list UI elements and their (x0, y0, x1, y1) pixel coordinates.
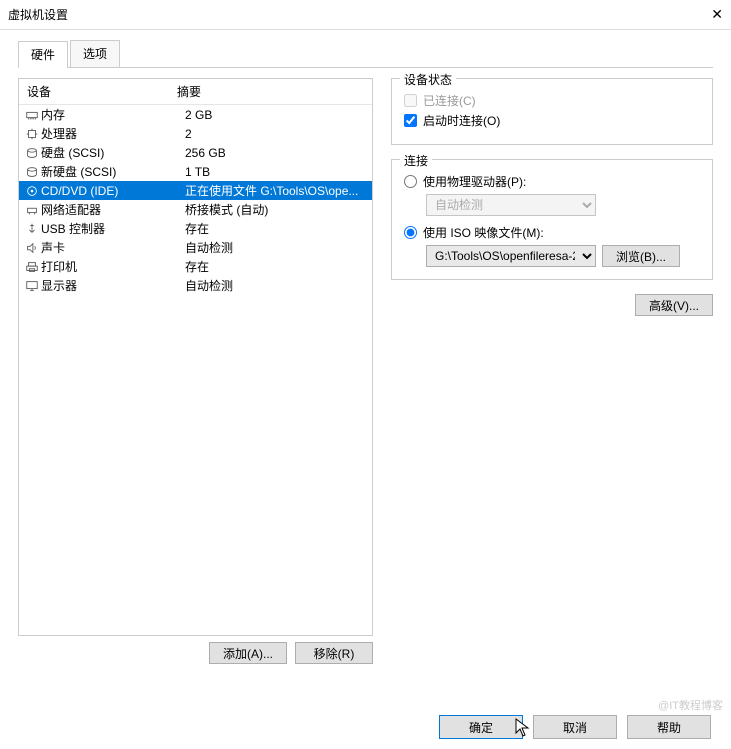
cpu-icon (23, 127, 41, 141)
connect-poweron-checkbox[interactable] (404, 114, 417, 127)
list-item[interactable]: 打印机 存在 (19, 257, 372, 276)
usb-icon (23, 222, 41, 236)
disk-icon (23, 146, 41, 160)
list-item[interactable]: 网络适配器 桥接模式 (自动) (19, 200, 372, 219)
watermark: @IT教程博客 (658, 697, 723, 713)
list-item[interactable]: 硬盘 (SCSI) 256 GB (19, 143, 372, 162)
use-physical-radio-row[interactable]: 使用物理驱动器(P): (404, 173, 700, 190)
device-status-group: 设备状态 已连接(C) 启动时连接(O) (391, 78, 713, 145)
physical-drive-dropdown: 自动检测 (426, 194, 596, 216)
use-iso-radio-row[interactable]: 使用 ISO 映像文件(M): (404, 224, 700, 241)
ok-button[interactable]: 确定 (439, 715, 523, 739)
printer-icon (23, 260, 41, 274)
close-icon[interactable]: ✕ (711, 6, 723, 23)
list-item[interactable]: 内存 2 GB (19, 105, 372, 124)
display-icon (23, 279, 41, 293)
header-device: 设备 (27, 83, 177, 100)
header-summary: 摘要 (177, 83, 364, 100)
list-item[interactable]: 声卡 自动检测 (19, 238, 372, 257)
iso-path-dropdown[interactable]: G:\Tools\OS\openfileresa-2. (426, 245, 596, 267)
advanced-button[interactable]: 高级(V)... (635, 294, 713, 316)
tab-hardware[interactable]: 硬件 (18, 41, 68, 68)
tab-options[interactable]: 选项 (70, 40, 120, 67)
cd-icon (23, 184, 41, 198)
connected-checkbox (404, 94, 417, 107)
sound-icon (23, 241, 41, 255)
connect-poweron-checkbox-row[interactable]: 启动时连接(O) (404, 112, 700, 129)
list-item[interactable]: USB 控制器 存在 (19, 219, 372, 238)
connection-legend: 连接 (400, 152, 432, 169)
list-item[interactable]: CD/DVD (IDE) 正在使用文件 G:\Tools\OS\ope... (19, 181, 372, 200)
connection-group: 连接 使用物理驱动器(P): 自动检测 使用 ISO 映像文件(M): G:\T… (391, 159, 713, 280)
window-title: 虚拟机设置 (8, 6, 68, 23)
network-icon (23, 203, 41, 217)
use-physical-radio[interactable] (404, 175, 417, 188)
remove-button[interactable]: 移除(R) (295, 642, 373, 664)
list-item[interactable]: 新硬盘 (SCSI) 1 TB (19, 162, 372, 181)
browse-button[interactable]: 浏览(B)... (602, 245, 680, 267)
disk-icon (23, 165, 41, 179)
connected-checkbox-row: 已连接(C) (404, 92, 700, 109)
add-button[interactable]: 添加(A)... (209, 642, 287, 664)
use-iso-radio[interactable] (404, 226, 417, 239)
cancel-button[interactable]: 取消 (533, 715, 617, 739)
device-status-legend: 设备状态 (400, 71, 456, 88)
dialog-footer: 确定 取消 帮助 (439, 715, 711, 739)
titlebar: 虚拟机设置 ✕ (0, 0, 731, 30)
tab-strip: 硬件 选项 (18, 40, 713, 68)
help-button[interactable]: 帮助 (627, 715, 711, 739)
memory-icon (23, 108, 41, 122)
list-item[interactable]: 处理器 2 (19, 124, 372, 143)
device-list[interactable]: 设备 摘要 内存 2 GB 处理器 2 硬盘 (SCSI) 256 GB 新硬盘… (18, 78, 373, 636)
list-header: 设备 摘要 (19, 79, 372, 105)
list-item[interactable]: 显示器 自动检测 (19, 276, 372, 295)
